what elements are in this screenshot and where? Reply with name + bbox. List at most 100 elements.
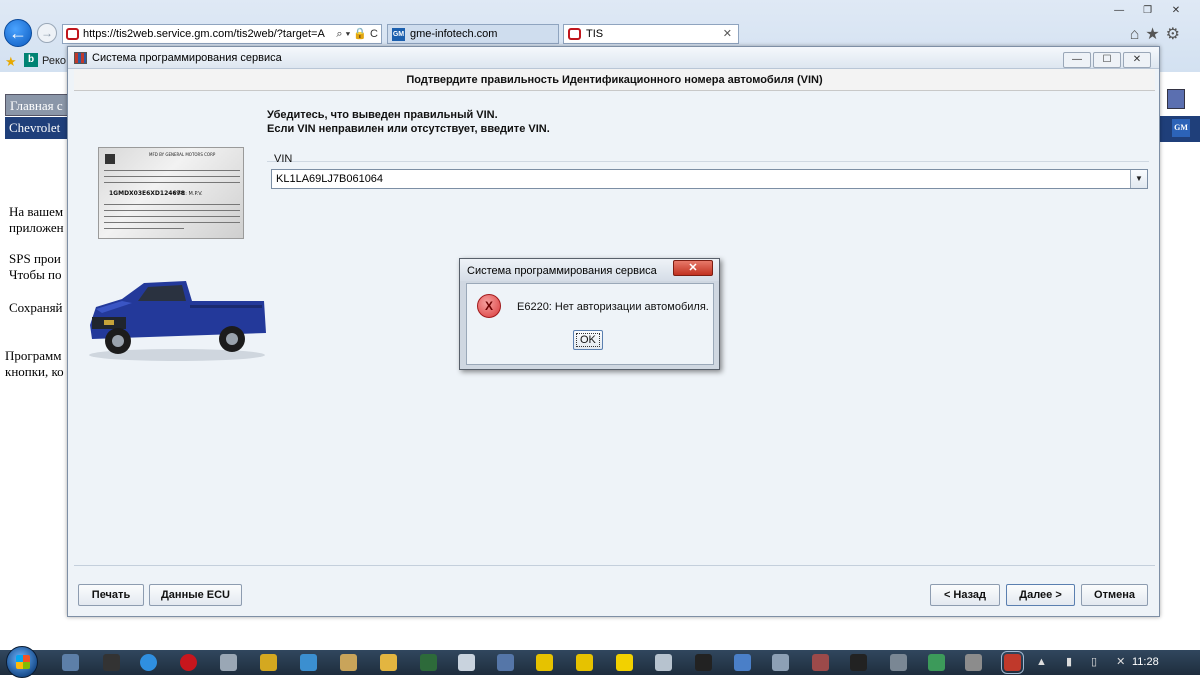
- bg-text-line: приложен: [9, 220, 64, 235]
- tab-label: TIS: [586, 28, 604, 40]
- tab-label: gme-infotech.com: [410, 28, 498, 40]
- sticker-line: [104, 204, 240, 205]
- bg-text-line: Сохраняй: [9, 300, 63, 315]
- back-button[interactable]: < Назад: [930, 584, 1000, 606]
- taskbar: ▲ ▮ ▯ ✕ 11:28: [0, 646, 1200, 678]
- sticker-line: [104, 228, 184, 229]
- site-favicon-icon: [66, 28, 79, 40]
- sticker-header: MFD BY GENERAL MOTORS CORP: [149, 152, 216, 157]
- error-message: E6220: Нет авторизации автомобиля.: [517, 301, 709, 313]
- gm-sticker-logo-icon: [105, 154, 115, 164]
- forward-arrow-icon[interactable]: →: [37, 23, 57, 43]
- instruction-text-1: Убедитесь, что выведен правильный VIN.: [267, 109, 498, 121]
- taskbar-app-icon[interactable]: [420, 654, 437, 671]
- add-favorite-icon[interactable]: ★: [5, 54, 17, 70]
- address-url: https://tis2web.service.gm.com/tis2web/?…: [83, 28, 325, 40]
- settings-gear-icon[interactable]: ⚙: [1166, 26, 1186, 43]
- error-icon: X: [477, 294, 501, 318]
- close-icon[interactable]: ✕: [1123, 52, 1151, 68]
- sps-titlebar[interactable]: Система программирования сервиса — ☐ ✕: [68, 47, 1159, 69]
- sps-window-title: Система программирования сервиса: [92, 52, 282, 64]
- sticker-type: TYPE: M.P.V.: [173, 191, 203, 197]
- start-button[interactable]: [6, 646, 38, 678]
- bg-text-line: Программ: [5, 348, 62, 363]
- bg-text-line: кнопки, ко: [5, 364, 64, 379]
- next-button[interactable]: Далее >: [1006, 584, 1075, 606]
- taskbar-app-icon[interactable]: [772, 654, 789, 671]
- favorites-link[interactable]: Реко: [42, 55, 66, 67]
- taskbar-app-icon[interactable]: [965, 654, 982, 671]
- taskbar-app-icon[interactable]: [220, 654, 237, 671]
- error-dialog: Система программирования сервиса ✕ X E62…: [459, 258, 720, 370]
- taskbar-app-icon[interactable]: [734, 654, 751, 671]
- taskbar-app-icon[interactable]: [103, 654, 120, 671]
- vehicle-image: [89, 281, 266, 361]
- vin-combobox[interactable]: KL1LA69LJ7B061064 ▼: [271, 169, 1148, 189]
- taskbar-app-icon[interactable]: [850, 654, 867, 671]
- bing-icon[interactable]: b: [24, 53, 38, 67]
- page-title: Подтвердите правильность Идентификационн…: [74, 69, 1155, 91]
- error-dialog-body: X E6220: Нет авторизации автомобиля. OK: [466, 283, 714, 365]
- sticker-line: [104, 182, 240, 183]
- nav-home-link[interactable]: Главная с: [5, 94, 69, 116]
- sticker-line: [104, 210, 240, 211]
- restore-icon[interactable]: ❐: [1136, 4, 1160, 19]
- tab-tis[interactable]: TIS ✕: [563, 24, 739, 44]
- minimize-icon[interactable]: —: [1063, 52, 1091, 68]
- address-bar[interactable]: https://tis2web.service.gm.com/tis2web/?…: [62, 24, 382, 44]
- chevron-down-icon[interactable]: ▼: [1130, 170, 1147, 188]
- taskbar-app-icon[interactable]: [576, 654, 593, 671]
- instruction-text-2: Если VIN неправилен или отсутствует, вве…: [267, 123, 550, 135]
- browser-window-controls: — ❐ ✕: [1107, 0, 1188, 16]
- taskbar-app-icon[interactable]: [458, 654, 475, 671]
- favorites-star-icon[interactable]: ★: [1145, 26, 1165, 43]
- taskbar-app-icon[interactable]: [300, 654, 317, 671]
- internet-explorer-icon[interactable]: [140, 654, 157, 671]
- cancel-button[interactable]: Отмена: [1081, 584, 1148, 606]
- sticker-line: [104, 170, 240, 171]
- taskbar-app-icon[interactable]: [695, 654, 712, 671]
- taskbar-app-icon[interactable]: [890, 654, 907, 671]
- bg-text-line: Чтобы по: [9, 267, 62, 282]
- sps-taskbar-icon[interactable]: [1001, 651, 1024, 674]
- ecu-data-button[interactable]: Данные ECU: [149, 584, 242, 606]
- system-tray[interactable]: ▲ ▮ ▯ ✕: [1036, 655, 1133, 668]
- maximize-icon[interactable]: ☐: [1093, 52, 1121, 68]
- nav-brand-link[interactable]: Chevrolet (: [5, 117, 69, 151]
- print-button[interactable]: Печать: [78, 584, 144, 606]
- sticker-line: [104, 216, 240, 217]
- folder-icon[interactable]: [380, 654, 397, 671]
- taskbar-app-icon[interactable]: [812, 654, 829, 671]
- taskbar-app-icon[interactable]: [616, 654, 633, 671]
- address-controls[interactable]: ⌕ ▾ 🔒 C: [333, 25, 378, 43]
- clock[interactable]: 11:28: [1132, 656, 1159, 668]
- sps-window-controls: — ☐ ✕: [1061, 49, 1151, 68]
- home-icon[interactable]: ⌂: [1130, 26, 1146, 43]
- taskbar-app-icon[interactable]: [340, 654, 357, 671]
- taskbar-app-icon[interactable]: [62, 654, 79, 671]
- sticker-line: [104, 176, 240, 177]
- sps-app-icon: [74, 52, 87, 64]
- taskbar-app-icon[interactable]: [260, 654, 277, 671]
- taskbar-app-icon[interactable]: [536, 654, 553, 671]
- tab-gme-infotech[interactable]: GM gme-infotech.com: [387, 24, 559, 44]
- vin-sticker-image: MFD BY GENERAL MOTORS CORP 1GMDX03E6XD12…: [98, 147, 244, 239]
- back-arrow-icon[interactable]: ←: [4, 19, 32, 47]
- error-dialog-title: Система программирования сервиса: [467, 265, 657, 277]
- opera-icon[interactable]: [180, 654, 197, 671]
- minimize-icon[interactable]: —: [1107, 4, 1131, 19]
- tis-favicon-icon: [568, 28, 581, 40]
- taskbar-app-icon[interactable]: [497, 654, 514, 671]
- divider: [74, 565, 1155, 566]
- tab-close-icon[interactable]: ✕: [723, 25, 732, 43]
- vin-value: KL1LA69LJ7B061064: [276, 173, 384, 185]
- taskbar-app-icon[interactable]: [655, 654, 672, 671]
- error-dialog-titlebar[interactable]: Система программирования сервиса ✕: [460, 259, 719, 281]
- close-icon[interactable]: ✕: [1164, 4, 1188, 19]
- page-tool-icon[interactable]: [1167, 89, 1185, 109]
- close-icon[interactable]: ✕: [673, 260, 713, 276]
- ok-button[interactable]: OK: [573, 330, 603, 350]
- vin-label: VIN: [274, 153, 293, 165]
- taskbar-app-icon[interactable]: [928, 654, 945, 671]
- bg-text-line: На вашем: [9, 204, 64, 219]
